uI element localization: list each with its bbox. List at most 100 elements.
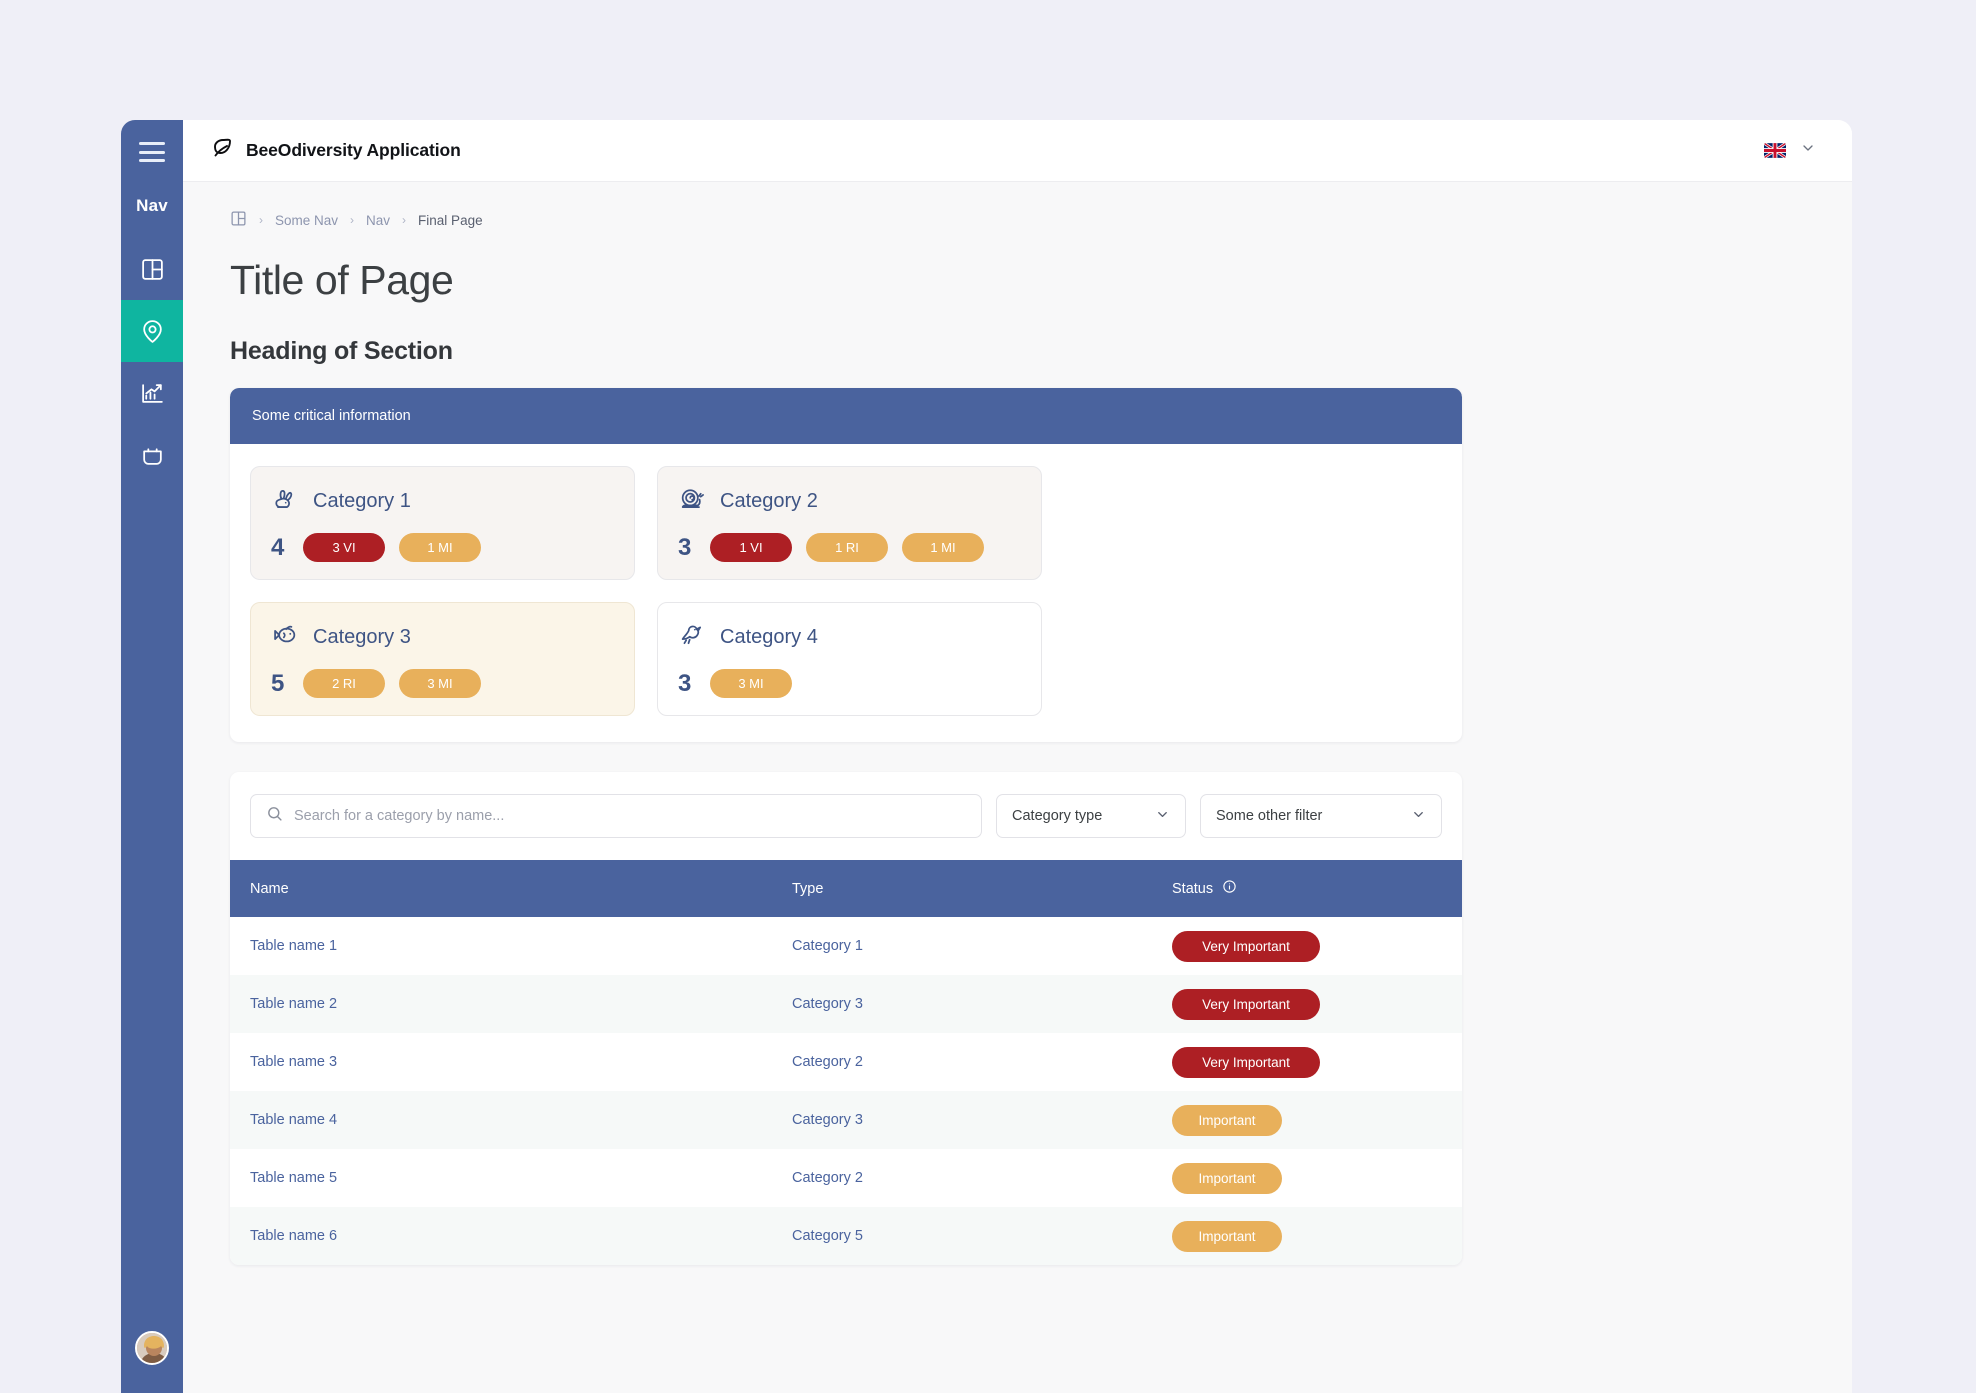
status-badge: Important: [1172, 1104, 1282, 1136]
leaf-icon: [211, 136, 235, 165]
search-input[interactable]: [294, 808, 966, 825]
category-card-header: Category 4: [678, 621, 1021, 654]
sidebar-item-dashboard[interactable]: [121, 238, 183, 300]
panel-layout-icon[interactable]: [230, 210, 247, 230]
map-pin-icon: [140, 319, 165, 344]
category-pill: 3 MI: [399, 669, 481, 699]
uk-flag-icon: [1764, 143, 1786, 158]
column-header-status[interactable]: Status: [1172, 860, 1462, 918]
category-card[interactable]: Category 4 3 3 MI: [657, 602, 1042, 717]
chevron-down-icon: [1411, 807, 1426, 826]
table-header-row: Name Type Status: [230, 860, 1462, 918]
category-card-header: Category 1: [271, 485, 614, 518]
sidebar-item-map[interactable]: [121, 300, 183, 362]
cell-name: Table name 2: [250, 996, 338, 1013]
cell-type: Category 3: [792, 1112, 863, 1129]
category-card-count: 3: [678, 533, 692, 561]
table-body: Table name 1 Category 1 Very Important T…: [230, 917, 1462, 1266]
chevron-down-icon: [1800, 140, 1816, 161]
user-avatar[interactable]: [135, 1331, 169, 1365]
snail-icon: [678, 485, 706, 518]
filters-bar: Category type Some other filter: [230, 772, 1462, 860]
search-icon: [266, 805, 283, 827]
table-row[interactable]: Table name 3 Category 2 Very Important: [230, 1033, 1462, 1092]
critical-info-panel: Some critical information Category 1 4 3…: [230, 388, 1462, 743]
app-window: Nav BeeOdiversity Application › Some Nav…: [121, 120, 1852, 1393]
category-card-name: Category 3: [313, 626, 411, 649]
fish-icon: [271, 621, 299, 654]
status-badge: Very Important: [1172, 930, 1320, 962]
sidebar-item-basket[interactable]: [121, 424, 183, 486]
category-card-list: Category 1 4 3 VI 1 MI Category 2 3 1 VI…: [230, 444, 1462, 742]
category-pill: 1 RI: [806, 533, 888, 563]
bird-icon: [678, 621, 706, 654]
data-table: Name Type Status Table name 1 Category 1…: [230, 860, 1462, 1266]
cell-status: Important: [1172, 1091, 1462, 1149]
status-badge: Very Important: [1172, 988, 1320, 1020]
app-title: BeeOdiversity Application: [246, 140, 461, 160]
column-header-type[interactable]: Type: [792, 860, 1172, 918]
language-selector[interactable]: [1764, 140, 1816, 161]
panel-banner: Some critical information: [230, 388, 1462, 445]
cell-type: Category 2: [792, 1170, 863, 1187]
brand[interactable]: BeeOdiversity Application: [211, 136, 461, 165]
other-filter-select[interactable]: Some other filter: [1200, 794, 1442, 839]
category-card-header: Category 2: [678, 485, 1021, 518]
basket-icon: [140, 443, 165, 468]
table-card: Category type Some other filter: [230, 772, 1462, 1266]
category-card-count: 3: [678, 669, 692, 697]
cell-type: Category 3: [792, 996, 863, 1013]
cell-status: Very Important: [1172, 975, 1462, 1033]
page-title: Title of Page: [230, 257, 454, 303]
cell-name: Table name 4: [250, 1112, 338, 1129]
cell-type: Category 2: [792, 1054, 863, 1071]
hamburger-menu-icon[interactable]: [139, 142, 165, 162]
category-pill: 2 RI: [303, 669, 385, 699]
table-row[interactable]: Table name 6 Category 5 Important: [230, 1207, 1462, 1266]
main-area: BeeOdiversity Application › Some Nav › N…: [183, 120, 1852, 1393]
sidebar-nav-label: Nav: [136, 196, 168, 215]
sidebar-item-analytics[interactable]: [121, 362, 183, 424]
breadcrumb-separator: ›: [350, 213, 355, 227]
cell-status: Important: [1172, 1149, 1462, 1207]
status-badge: Important: [1172, 1220, 1282, 1252]
info-icon[interactable]: [1222, 879, 1237, 898]
column-header-name[interactable]: Name: [230, 860, 792, 918]
search-box[interactable]: [250, 794, 982, 839]
trending-up-chart-icon: [140, 381, 165, 406]
breadcrumb-item-0[interactable]: Some Nav: [275, 213, 338, 228]
category-type-label: Category type: [1012, 808, 1103, 825]
category-card-stats: 4 3 VI 1 MI: [271, 533, 614, 563]
category-card-stats: 3 1 VI 1 RI 1 MI: [678, 533, 1021, 563]
table-row[interactable]: Table name 5 Category 2 Important: [230, 1149, 1462, 1208]
breadcrumb-separator: ›: [402, 213, 407, 227]
table-row[interactable]: Table name 2 Category 3 Very Important: [230, 975, 1462, 1034]
layout-panel-icon: [140, 257, 165, 282]
section-heading: Heading of Section: [230, 337, 453, 366]
category-type-select[interactable]: Category type: [996, 794, 1186, 839]
cell-name: Table name 3: [250, 1054, 338, 1071]
category-card-name: Category 4: [720, 626, 818, 649]
breadcrumb-item-1[interactable]: Nav: [366, 213, 390, 228]
cell-name: Table name 5: [250, 1170, 338, 1187]
category-pill: 3 VI: [303, 533, 385, 563]
table-row[interactable]: Table name 1 Category 1 Very Important: [230, 917, 1462, 976]
other-filter-label: Some other filter: [1216, 808, 1323, 825]
category-card-count: 4: [271, 533, 285, 561]
cell-type: Category 1: [792, 938, 863, 955]
sidebar: Nav: [121, 120, 183, 1393]
topbar: BeeOdiversity Application: [183, 120, 1852, 182]
cell-status: Important: [1172, 1207, 1462, 1265]
category-card[interactable]: Category 2 3 1 VI 1 RI 1 MI: [657, 466, 1042, 581]
table-row[interactable]: Table name 4 Category 3 Important: [230, 1091, 1462, 1150]
status-badge: Very Important: [1172, 1046, 1320, 1078]
cell-status: Very Important: [1172, 917, 1462, 975]
sidebar-nav-items: [121, 238, 183, 486]
category-card[interactable]: Category 1 4 3 VI 1 MI: [250, 466, 635, 581]
column-header-status-label: Status: [1172, 880, 1214, 897]
category-card[interactable]: Category 3 5 2 RI 3 MI: [250, 602, 635, 717]
category-pill: 1 VI: [710, 533, 792, 563]
avatar-image: [137, 1333, 167, 1363]
table-head: Name Type Status: [230, 860, 1462, 918]
category-pill: 1 MI: [902, 533, 984, 563]
